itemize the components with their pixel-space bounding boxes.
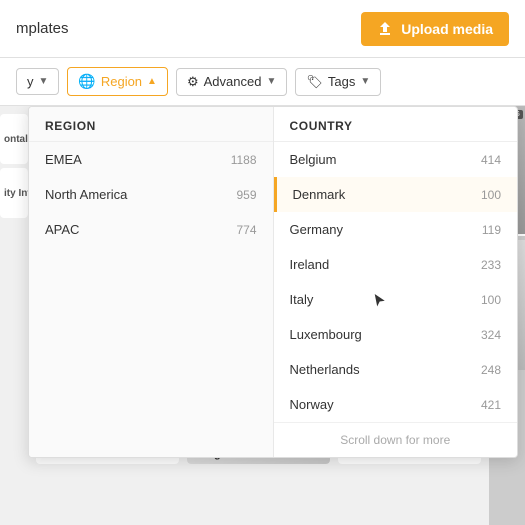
first-filter-label: y — [27, 74, 34, 89]
country-column-header: Country — [274, 107, 518, 142]
upload-icon — [377, 21, 393, 37]
germany-label: Germany — [290, 222, 343, 237]
filter-bar: y ▼ 🌐 Region ▲ ⚙ Advanced ▼ 🏷 Tags ▼ — [0, 58, 525, 106]
left-sidebar-partial: ontal ity Inte — [0, 106, 28, 525]
region-filter-button[interactable]: 🌐 Region ▲ — [67, 67, 168, 96]
germany-count: 119 — [482, 223, 501, 237]
page-title: mplates — [16, 20, 69, 37]
first-filter-chevron: ▼ — [39, 76, 49, 87]
tags-chevron-icon: ▼ — [360, 76, 370, 87]
sliders-icon: ⚙ — [187, 74, 199, 90]
region-apac-item[interactable]: APAC 774 — [29, 212, 273, 247]
tag-icon: 🏷 — [306, 74, 323, 90]
advanced-chevron-icon: ▼ — [266, 76, 276, 87]
country-ireland-item[interactable]: Ireland 233 — [274, 247, 518, 282]
tags-filter-label: Tags — [328, 74, 355, 89]
upload-button-label: Upload media — [401, 21, 493, 37]
emea-label: EMEA — [45, 152, 82, 167]
first-filter-button[interactable]: y ▼ — [16, 68, 59, 95]
denmark-label: Denmark — [293, 187, 346, 202]
region-dropdown-panel: Region EMEA 1188 North America 959 APAC … — [28, 106, 518, 458]
emea-count: 1188 — [231, 153, 257, 167]
country-netherlands-item[interactable]: Netherlands 248 — [274, 352, 518, 387]
region-emea-item[interactable]: EMEA 1188 — [29, 142, 273, 177]
advanced-filter-label: Advanced — [204, 74, 262, 89]
north-america-label: North America — [45, 187, 127, 202]
region-filter-label: Region — [101, 74, 142, 89]
belgium-label: Belgium — [290, 152, 337, 167]
norway-label: Norway — [290, 397, 334, 412]
left-text-ity: ity Inte — [0, 168, 28, 218]
italy-count: 100 — [481, 293, 501, 307]
upload-media-button[interactable]: Upload media — [361, 12, 509, 46]
netherlands-count: 248 — [481, 363, 501, 377]
country-germany-item[interactable]: Germany 119 — [274, 212, 518, 247]
norway-count: 421 — [481, 398, 501, 412]
tags-filter-button[interactable]: 🏷 Tags ▼ — [295, 68, 381, 96]
belgium-count: 414 — [481, 153, 501, 167]
advanced-filter-button[interactable]: ⚙ Advanced ▼ — [176, 68, 287, 96]
country-norway-item[interactable]: Norway 421 — [274, 387, 518, 422]
luxembourg-count: 324 — [481, 328, 501, 342]
north-america-count: 959 — [236, 188, 256, 202]
luxembourg-label: Luxembourg — [290, 327, 362, 342]
country-column: Country Belgium 414 Denmark 100 Germany … — [274, 107, 518, 457]
denmark-count: 100 — [481, 188, 501, 202]
country-belgium-item[interactable]: Belgium 414 — [274, 142, 518, 177]
country-italy-item[interactable]: Italy 100 — [274, 282, 518, 317]
region-north-america-item[interactable]: North America 959 — [29, 177, 273, 212]
ireland-label: Ireland — [290, 257, 330, 272]
apac-count: 774 — [236, 223, 256, 237]
netherlands-label: Netherlands — [290, 362, 360, 377]
country-denmark-item[interactable]: Denmark 100 — [274, 177, 518, 212]
ireland-count: 233 — [481, 258, 501, 272]
region-chevron-icon: ▲ — [147, 76, 157, 87]
region-column-header: Region — [29, 107, 273, 142]
apac-label: APAC — [45, 222, 79, 237]
dropdown-columns: Region EMEA 1188 North America 959 APAC … — [29, 107, 517, 457]
globe-icon: 🌐 — [78, 73, 95, 90]
left-text-ontal: ontal — [0, 114, 28, 164]
country-luxembourg-item[interactable]: Luxembourg 324 — [274, 317, 518, 352]
italy-label: Italy — [290, 292, 314, 307]
region-column: Region EMEA 1188 North America 959 APAC … — [29, 107, 274, 457]
dropdown-footer: Scroll down for more — [274, 422, 518, 457]
header: mplates Upload media — [0, 0, 525, 58]
main-content: Fin MP4 Image PNG Logo specifications PN… — [0, 106, 525, 525]
